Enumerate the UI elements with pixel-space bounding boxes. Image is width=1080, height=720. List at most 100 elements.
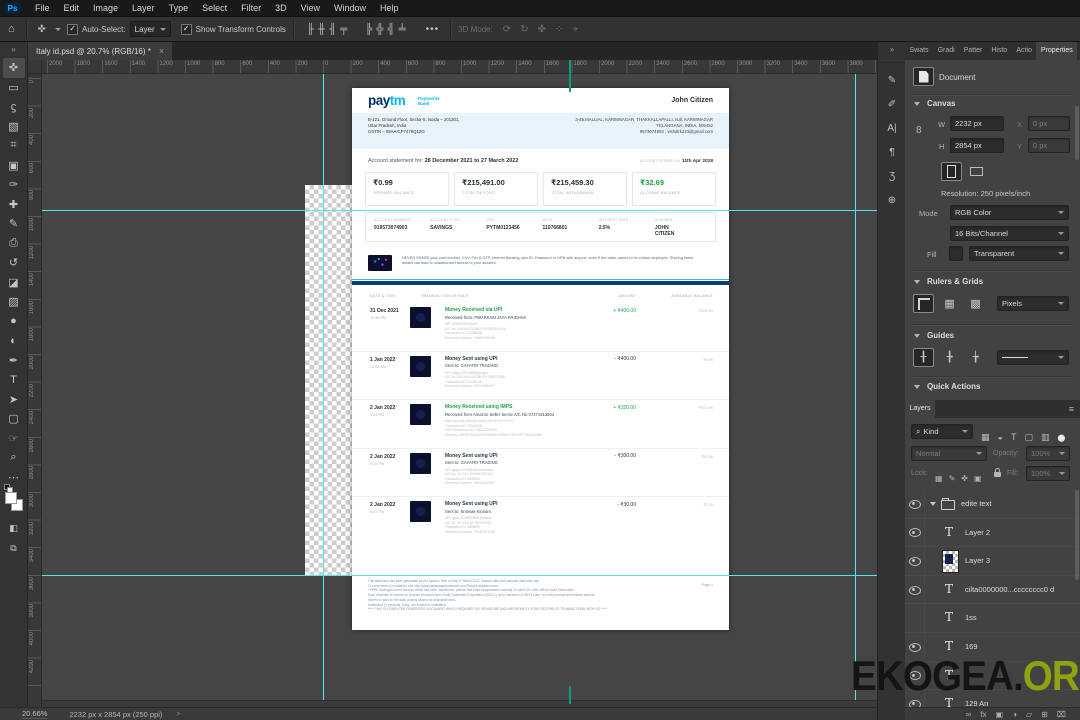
vertical-ruler[interactable]: 0 200 400 600 800 1000 1200 1400 1600 1800 2000 220… [28,74,42,707]
menu-help[interactable]: Help [373,0,406,16]
rectangle-tool-icon[interactable]: ▢ [3,409,25,429]
filter-adjustment-layers-icon[interactable]: ◒ [998,432,1003,442]
ruler-origin-corner[interactable] [28,60,42,74]
guide-horizontal-bottom[interactable] [42,575,877,576]
status-chevron-icon[interactable]: > [176,711,180,718]
eyedropper-tool-icon[interactable]: ✑ [3,175,25,195]
gradient-tool-icon[interactable]: ▨ [3,292,25,312]
layer-visibility-toggle[interactable] [905,490,925,519]
glyphs-panel-icon[interactable]: Ʒ [878,164,906,188]
distribute-left-icon[interactable]: ╠ [365,24,372,35]
menu-edit[interactable]: Edit [57,0,87,16]
blend-mode-dropdown[interactable]: Normal [911,446,987,461]
foreground-color-swatch[interactable] [4,492,17,504]
move-tool-preset-icon[interactable]: ✜ [38,24,46,35]
guide-vertical-right[interactable] [855,74,856,700]
object-selection-tool-icon[interactable]: ▧ [3,117,25,137]
distribute-bottom-icon[interactable]: ╧ [399,24,406,35]
tab-patter[interactable]: Patter [959,42,987,60]
filter-toggle-icon[interactable]: ⬤ [1057,435,1065,442]
canvas-area[interactable]: paytm Payments Bank John Citizen B-121, G… [42,74,877,700]
layer-visibility-toggle[interactable] [905,518,925,548]
show-transform-checkbox[interactable]: ✓ [180,23,192,35]
path-selection-tool-icon[interactable]: ➤ [3,390,25,410]
adjustment-layer-icon[interactable]: ◑ [1012,710,1017,719]
bit-depth-dropdown[interactable]: 16 Bits/Channel [950,226,1069,241]
quick-actions-header[interactable]: Quick Actions [927,382,981,391]
lock-artboard-icon[interactable]: ▣ [974,474,982,483]
zoom-tool-icon[interactable]: ⌕ [3,448,25,468]
screen-mode-icon[interactable]: ⧉ [3,539,25,559]
layer-name[interactable]: Layer 2 [965,528,990,537]
lasso-tool-icon[interactable]: ϛ [3,97,25,117]
tab-close-icon[interactable]: × [159,46,164,56]
brush-settings-icon[interactable]: ✎ [878,68,906,92]
toggle-grid-button[interactable]: ▦ [939,294,960,313]
menu-filter[interactable]: Filter [234,0,268,16]
healing-brush-tool-icon[interactable]: ✚ [3,195,25,215]
layer-name[interactable]: cilta0000000...cccccccc0 d [965,585,1054,594]
menu-select[interactable]: Select [195,0,234,16]
move-tool-icon[interactable]: ✜ [2,58,25,78]
tab-layers[interactable]: Layers [905,400,936,418]
layer-row[interactable]: edite text [905,490,1080,519]
character-panel-icon[interactable]: A| [878,116,906,140]
color-swatches[interactable] [3,484,25,515]
layer-row[interactable]: T 1ss [905,604,1080,633]
frame-tool-icon[interactable]: ▣ [3,156,25,176]
clone-stamp-tool-icon[interactable]: ⎙ [3,234,25,254]
guides-header[interactable]: Guides [927,331,954,340]
lock-all-icon[interactable] [994,468,1001,477]
paint-symmetry-icon[interactable]: ✐ [878,92,906,116]
orientation-landscape-button[interactable] [966,162,987,181]
layer-name[interactable]: edite text [961,499,991,508]
zoom-level-field[interactable]: 20.66% [22,709,48,719]
align-right-icon[interactable]: ╢ [329,24,336,35]
guide-vertical-left[interactable] [323,74,324,700]
lock-transparency-icon[interactable]: ▦ [935,474,943,483]
layer-name[interactable]: 1ss [965,613,977,622]
height-field[interactable]: 2854 px [950,138,1004,153]
align-center-h-icon[interactable]: ╫ [318,24,325,35]
layer-name[interactable]: Layer 3 [965,556,990,565]
layer-row[interactable]: Layer 3 [905,547,1080,576]
menu-image[interactable]: Image [86,0,125,16]
layer-mask-icon[interactable]: ▣ [996,710,1004,719]
marquee-tool-icon[interactable]: ▭ [3,78,25,98]
tab-swats[interactable]: Swats [905,42,933,60]
opacity-field[interactable]: 100% [1026,446,1070,461]
3d-panel-icon[interactable]: ⊕ [878,188,906,212]
fill-swatch[interactable] [949,246,963,261]
tab-actio[interactable]: Actio [1012,42,1037,60]
fill-dropdown[interactable]: Transparent [969,246,1069,261]
document-properties-button[interactable] [913,67,934,86]
home-icon[interactable]: ⌂ [8,23,15,35]
eraser-tool-icon[interactable]: ◪ [3,273,25,293]
toolbar-collapse-icon[interactable]: » [0,42,27,58]
bank-statement-document[interactable]: paytm Payments Bank John Citizen B-121, G… [352,88,729,630]
layers-scrollbar[interactable] [1075,490,1079,580]
pen-tool-icon[interactable]: ✒ [3,351,25,371]
mode-dropdown[interactable]: RGB Color [950,205,1069,220]
filter-shape-layers-icon[interactable]: ▢ [1024,432,1033,442]
link-layers-icon[interactable]: ∞ [966,710,972,719]
history-brush-tool-icon[interactable]: ↺ [3,253,25,273]
layers-menu-icon[interactable]: ≡ [1063,400,1080,418]
auto-select-checkbox[interactable]: ✓ [67,23,79,35]
properties-scrollbar[interactable] [1075,106,1079,160]
toggle-pixel-grid-button[interactable]: ▩ [965,294,986,313]
menu-file[interactable]: File [28,0,57,16]
collapse-panels-icon[interactable]: » [878,42,906,56]
layer-visibility-toggle[interactable] [905,575,925,605]
menu-3d[interactable]: 3D [268,0,294,16]
toggle-rulers-button[interactable] [913,294,934,313]
more-options-icon[interactable]: ••• [426,24,440,35]
tab-properties[interactable]: Properties [1036,42,1078,60]
distribute-right-icon[interactable]: ╣ [387,24,394,35]
menu-layer[interactable]: Layer [125,0,162,16]
layer-effects-icon[interactable]: fx [980,710,986,719]
rulers-section-caret-icon[interactable] [914,280,920,284]
new-layer-icon[interactable]: ⊞ [1041,710,1048,719]
quick-mask-icon[interactable]: ◧ [3,519,25,539]
tab-histo[interactable]: Histo [987,42,1012,60]
